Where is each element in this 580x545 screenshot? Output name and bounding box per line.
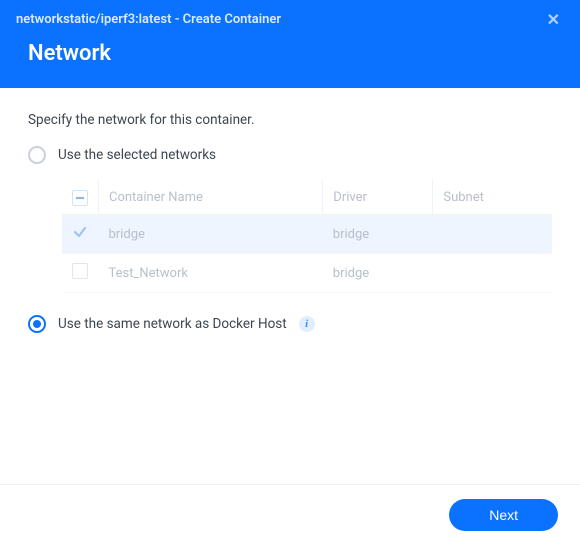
checkmark-icon	[72, 224, 88, 240]
cell-name: bridge	[99, 215, 323, 254]
subtitle: Specify the network for this container.	[28, 112, 552, 128]
section-title: Network	[0, 29, 580, 88]
cell-subnet	[433, 254, 552, 293]
header-select-all[interactable]	[62, 180, 99, 215]
option-label: Use the same network as Docker Host	[58, 316, 287, 332]
table-row[interactable]: bridge bridge	[62, 215, 552, 254]
header-subnet[interactable]: Subnet	[433, 180, 552, 215]
indeterminate-icon	[72, 190, 88, 206]
content: Specify the network for this container. …	[0, 88, 580, 484]
titlebar: networkstatic/iperf3:latest - Create Con…	[0, 0, 580, 29]
info-icon[interactable]: i	[299, 316, 315, 332]
cell-driver: bridge	[323, 215, 433, 254]
table-row[interactable]: Test_Network bridge	[62, 254, 552, 293]
checkbox-empty-icon	[72, 263, 88, 279]
footer: Next	[0, 484, 580, 545]
option-use-selected-networks[interactable]: Use the selected networks	[28, 146, 552, 164]
cell-driver: bridge	[323, 254, 433, 293]
table-header-row: Container Name Driver Subnet	[62, 180, 552, 215]
option-label: Use the selected networks	[58, 147, 216, 163]
next-button[interactable]: Next	[449, 499, 558, 531]
header-name[interactable]: Container Name	[99, 180, 323, 215]
window-title: networkstatic/iperf3:latest - Create Con…	[16, 12, 281, 27]
row-checkbox[interactable]	[62, 254, 99, 293]
networks-table: Container Name Driver Subnet bridge brid…	[62, 180, 552, 293]
header-driver[interactable]: Driver	[323, 180, 433, 215]
header: networkstatic/iperf3:latest - Create Con…	[0, 0, 580, 88]
cell-subnet	[433, 215, 552, 254]
radio-icon	[28, 315, 46, 333]
row-checkbox[interactable]	[62, 215, 99, 254]
option-use-host-network[interactable]: Use the same network as Docker Host i	[28, 315, 552, 333]
cell-name: Test_Network	[99, 254, 323, 293]
radio-icon	[28, 146, 46, 164]
close-icon[interactable]: ✕	[543, 10, 564, 29]
